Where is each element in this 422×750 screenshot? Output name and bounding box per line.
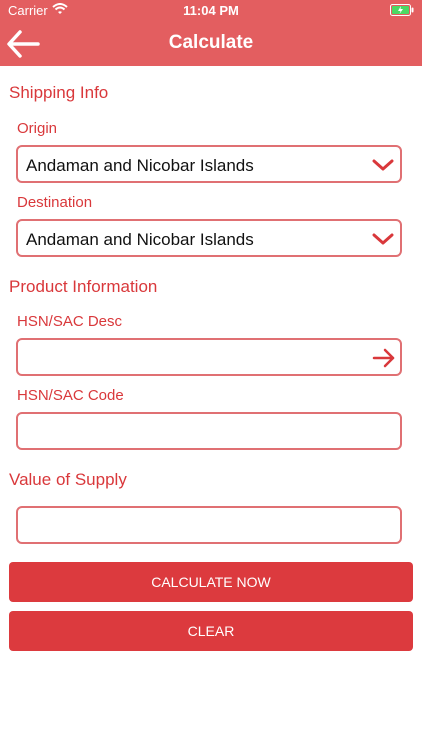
destination-select[interactable]: Andaman and Nicobar Islands (16, 219, 402, 257)
battery-charging-icon (390, 4, 414, 19)
destination-value: Andaman and Nicobar Islands (26, 230, 254, 249)
value-of-supply-field[interactable] (16, 506, 402, 544)
product-info-heading: Product Information (9, 277, 158, 296)
hsn-desc-field[interactable] (16, 338, 402, 376)
page-title: Calculate (168, 32, 254, 53)
clear-button[interactable]: CLEAR (9, 611, 413, 651)
origin-select[interactable]: Andaman and Nicobar Islands (16, 145, 402, 183)
chevron-down-icon (372, 229, 394, 249)
calculate-now-button[interactable]: CALCULATE NOW (9, 562, 413, 602)
destination-label: Destination (17, 194, 93, 211)
shipping-info-heading: Shipping Info (9, 83, 109, 102)
status-bar: Carrier 11:04 PM (0, 0, 422, 22)
chevron-down-icon (372, 155, 394, 175)
hsn-code-label: HSN/SAC Code (17, 387, 124, 404)
value-of-supply-heading: Value of Supply (9, 470, 127, 489)
hsn-desc-label: HSN/SAC Desc (17, 313, 123, 330)
hsn-code-field[interactable] (16, 412, 402, 450)
arrow-right-icon[interactable] (372, 348, 395, 368)
nav-bar: Calculate (0, 22, 422, 66)
status-time: 11:04 PM (183, 3, 239, 18)
origin-value: Andaman and Nicobar Islands (26, 156, 254, 175)
origin-label: Origin (17, 120, 58, 137)
